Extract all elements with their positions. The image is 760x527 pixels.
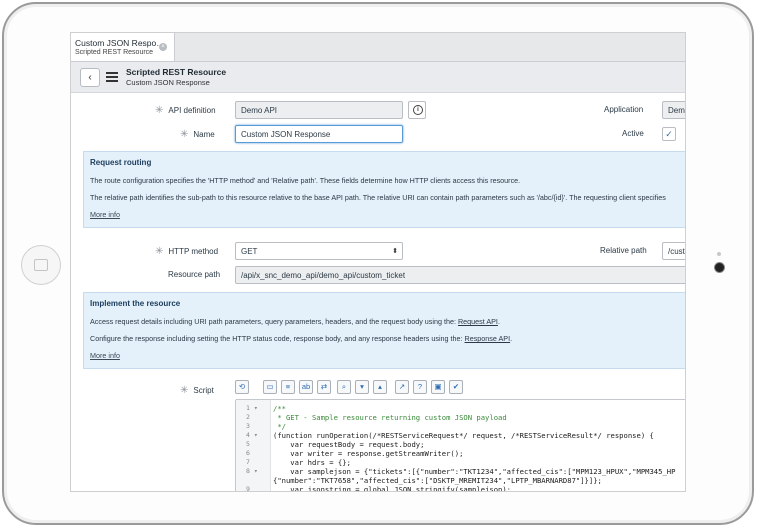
routing-text-2: The relative path identifies the sub-pat… [90, 193, 666, 202]
camera-icon [715, 263, 724, 272]
tab-bar: Custom JSON Respo… Scripted REST Resourc… [71, 33, 685, 62]
search-icon[interactable]: ⌕ [337, 380, 351, 394]
tab-subtitle: Scripted REST Resource [75, 49, 154, 56]
http-method-select[interactable]: GET ⬍ [235, 242, 403, 260]
sensor-dot [717, 252, 721, 256]
close-icon[interactable]: × [159, 43, 167, 51]
line-number: 6 [246, 449, 250, 457]
line-number: 5 [246, 440, 250, 448]
line-number: 3 [246, 422, 250, 430]
select-arrow-icon: ⬍ [392, 248, 398, 255]
page-subtitle: Custom JSON Response [126, 78, 210, 87]
code-line[interactable]: var writer = response.getStreamWriter(); [273, 449, 463, 458]
help-icon[interactable]: ? [413, 380, 427, 394]
comment-icon[interactable]: ▭ [263, 380, 277, 394]
name-input[interactable]: Custom JSON Response [235, 125, 403, 143]
line-number: 7 [246, 458, 250, 466]
code-line[interactable]: * GET - Sample resource returning custom… [273, 413, 506, 422]
required-icon: ✳ [180, 385, 189, 396]
form-header: ‹ Scripted REST Resource Custom JSON Res… [71, 62, 685, 93]
page-title: Scripted REST Resource [126, 67, 227, 77]
code-line[interactable]: var requestBody = request.body; [273, 440, 424, 449]
required-icon: ✳ [155, 246, 164, 257]
routing-more-info-link[interactable]: More info [90, 210, 120, 219]
screen: Custom JSON Respo… Scripted REST Resourc… [70, 32, 686, 492]
syntax-check-icon[interactable]: ✔ [449, 380, 463, 394]
active-checkbox[interactable]: ✓ [662, 127, 676, 141]
script-label: ✳ Script [180, 385, 214, 396]
required-icon: ✳ [180, 129, 189, 140]
request-api-link[interactable]: Request API [458, 317, 498, 326]
line-number: 9 [246, 485, 250, 492]
tab-title: Custom JSON Respo… [75, 38, 165, 48]
chevron-down-icon[interactable]: ▾ [355, 380, 369, 394]
api-definition-field[interactable]: Demo API [235, 101, 403, 119]
line-number: 8 ▾ [246, 467, 258, 475]
info-icon: i [413, 105, 423, 115]
name-label: ✳ Name [180, 129, 215, 140]
request-routing-title: Request routing [90, 158, 152, 167]
code-line[interactable]: (function runOperation(/*RESTServiceRequ… [273, 431, 654, 440]
api-definition-label: ✳ API definition [155, 105, 216, 116]
chevron-up-icon[interactable]: ▴ [373, 380, 387, 394]
response-api-link[interactable]: Response API [465, 334, 511, 343]
application-field[interactable]: Demo API [662, 101, 685, 119]
code-line[interactable]: var jsonstring = global.JSON.stringify(s… [273, 485, 511, 491]
required-icon: ✳ [155, 105, 164, 116]
line-number-gutter [236, 400, 271, 491]
implement-more-info-link[interactable]: More info [90, 351, 120, 360]
code-line[interactable]: var samplejson = {"tickets":[{"number":"… [273, 467, 675, 476]
replace-all-icon[interactable]: ⇄ [317, 380, 331, 394]
relative-path-label: Relative path [600, 246, 647, 255]
save-icon[interactable]: ▣ [431, 380, 445, 394]
tab-custom-json-response[interactable]: Custom JSON Respo… Scripted REST Resourc… [71, 33, 175, 61]
code-line[interactable]: {"number":"TKT7658","affected_cis":["DSK… [273, 476, 602, 485]
routing-text-1: The route configuration specifies the 'H… [90, 176, 521, 185]
request-routing-section: Request routing The route configuration … [83, 151, 685, 228]
line-number: 2 [246, 413, 250, 421]
replace-icon[interactable]: ab [299, 380, 313, 394]
implement-text-1: Access request details including URI pat… [90, 317, 500, 326]
script-editor[interactable]: 1 ▾ 2 3 4 ▾ 5 6 7 8 ▾ 9 /** * GET - Sample resour… [235, 399, 685, 492]
resource-path-label: Resource path [168, 270, 221, 279]
home-button[interactable] [21, 245, 61, 285]
line-number: 1 ▾ [246, 404, 258, 412]
implement-resource-section: Implement the resource Access request de… [83, 292, 685, 369]
relative-path-input[interactable]: /custom_ticket [662, 242, 685, 260]
implement-title: Implement the resource [90, 299, 181, 308]
code-line[interactable]: var hdrs = {}; [273, 458, 351, 467]
resource-path-field[interactable]: /api/x_snc_demo_api/demo_api/custom_tick… [235, 266, 685, 284]
info-button[interactable]: i [408, 101, 426, 119]
line-number: 4 ▾ [246, 431, 258, 439]
format-icon[interactable]: ≡ [281, 380, 295, 394]
active-label: Active [622, 129, 644, 138]
back-button[interactable]: ‹ [80, 68, 100, 87]
http-method-label: ✳ HTTP method [155, 246, 219, 257]
code-line[interactable]: */ [273, 422, 286, 431]
fullscreen-icon[interactable]: ↗ [395, 380, 409, 394]
hamburger-menu-icon[interactable] [106, 72, 118, 82]
toggle-icon[interactable]: ⟲ [235, 380, 249, 394]
application-label: Application [604, 105, 644, 114]
code-line[interactable]: /** [273, 404, 286, 413]
implement-text-2: Configure the response including setting… [90, 334, 513, 343]
